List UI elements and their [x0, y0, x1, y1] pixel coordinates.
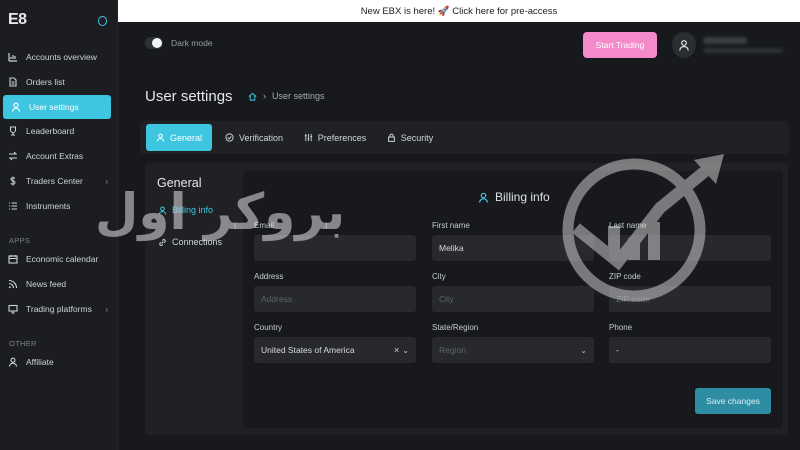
- sidebar-item-label: Instruments: [26, 201, 71, 211]
- address-label: Address: [254, 272, 284, 281]
- chevron-right-icon: ›: [105, 304, 108, 314]
- sidebar-item-affiliate[interactable]: Affiliate: [0, 350, 118, 374]
- sidebar-item-label: Affiliate: [26, 357, 54, 367]
- sidebar-item-label: Orders list: [26, 77, 65, 87]
- tab-label: General: [169, 132, 203, 143]
- save-changes-button[interactable]: Save changes: [695, 388, 771, 414]
- swap-icon: [0, 151, 26, 161]
- tab-label: Preferences: [317, 132, 367, 143]
- sidebar-item-label: Account Extras: [26, 151, 84, 161]
- region-placeholder: Region: [439, 345, 466, 355]
- watermark-text: بروکر اول: [95, 183, 346, 241]
- tab-verification[interactable]: Verification: [219, 124, 289, 151]
- city-label: City: [432, 272, 446, 281]
- tab-general[interactable]: General: [146, 124, 212, 151]
- list-icon: [0, 201, 26, 211]
- billing-info-heading: Billing info: [495, 190, 550, 204]
- sidebar-item-leaderboard[interactable]: Leaderboard: [0, 119, 118, 143]
- phone-label: Phone: [609, 323, 633, 332]
- breadcrumb-current: User settings: [272, 91, 325, 101]
- chevron-down-icon[interactable]: ⌄: [580, 346, 587, 355]
- dark-mode-switch[interactable]: [145, 37, 163, 49]
- chart-icon: [0, 52, 26, 62]
- other-section-label: OTHER: [9, 339, 37, 348]
- start-trading-button[interactable]: Start Trading: [583, 32, 657, 58]
- phone-field[interactable]: [609, 337, 771, 363]
- lock-icon: [387, 133, 395, 142]
- breadcrumb-separator: ›: [263, 91, 266, 101]
- user-email-redacted: [703, 48, 783, 53]
- sidebar-item-account-extras[interactable]: Account Extras: [0, 144, 118, 168]
- user-icon: [479, 192, 488, 203]
- tab-preferences[interactable]: Preferences: [299, 124, 371, 151]
- user-name-redacted: [703, 37, 747, 44]
- sidebar-item-label: Leaderboard: [26, 126, 75, 136]
- state-region-label: State/Region: [432, 323, 479, 332]
- sidebar-item-label: Economic calendar: [26, 254, 99, 264]
- user-icon: [679, 40, 689, 51]
- sidebar-item-user-settings[interactable]: User settings: [3, 95, 111, 119]
- dark-mode-toggle[interactable]: Dark mode: [145, 37, 213, 49]
- user-icon: [156, 133, 165, 142]
- country-select[interactable]: United States of America × ⌄: [254, 337, 416, 363]
- monitor-icon: [0, 304, 26, 314]
- dollar-icon: [0, 176, 26, 186]
- dark-mode-label: Dark mode: [171, 38, 213, 48]
- sliders-icon: [304, 133, 312, 142]
- tab-label: Verification: [238, 132, 284, 143]
- document-icon: [0, 77, 26, 87]
- tab-security[interactable]: Security: [381, 124, 439, 151]
- country-label: Country: [254, 323, 283, 332]
- country-value: United States of America: [261, 345, 355, 355]
- page-title: User settings: [145, 88, 233, 105]
- billing-info-title: Billing info: [478, 190, 550, 204]
- sidebar-item-orders-list[interactable]: Orders list: [0, 70, 118, 94]
- sidebar-item-economic-calendar[interactable]: Economic calendar: [0, 247, 118, 271]
- chevron-down-icon[interactable]: ⌄: [402, 346, 409, 355]
- rss-icon: [0, 279, 26, 289]
- sidebar-item-trading-platforms[interactable]: Trading platforms ›: [0, 297, 118, 321]
- avatar[interactable]: [672, 32, 696, 58]
- sidebar-item-label: Traders Center: [26, 176, 83, 186]
- state-region-select[interactable]: Region ⌄: [432, 337, 594, 363]
- apps-section-label: APPS: [9, 236, 31, 245]
- sidebar-item-news-feed[interactable]: News feed: [0, 272, 118, 296]
- sidebar-item-label: Accounts overview: [26, 52, 97, 62]
- user-icon: [3, 102, 29, 112]
- sidebar-item-label: User settings: [29, 102, 79, 112]
- trophy-icon: [0, 126, 26, 136]
- user-icon: [0, 357, 26, 367]
- sidebar-item-label: Trading platforms: [26, 304, 92, 314]
- breadcrumb: › User settings: [248, 91, 325, 101]
- home-icon[interactable]: [248, 92, 257, 101]
- sidebar-item-accounts-overview[interactable]: Accounts overview: [0, 45, 118, 69]
- calendar-icon: [0, 254, 26, 264]
- clear-icon[interactable]: ×: [394, 345, 399, 355]
- check-circle-icon: [225, 133, 234, 142]
- address-field[interactable]: [254, 286, 416, 312]
- first-name-label: First name: [432, 221, 470, 230]
- app-logo[interactable]: E8: [8, 11, 27, 29]
- sidebar-item-label: News feed: [26, 279, 67, 289]
- watermark-logo: [562, 154, 724, 302]
- announcement-banner[interactable]: New EBX is here! 🚀 Click here for pre-ac…: [118, 0, 800, 22]
- tab-label: Security: [400, 132, 434, 143]
- sidebar-collapse-toggle[interactable]: [98, 16, 107, 26]
